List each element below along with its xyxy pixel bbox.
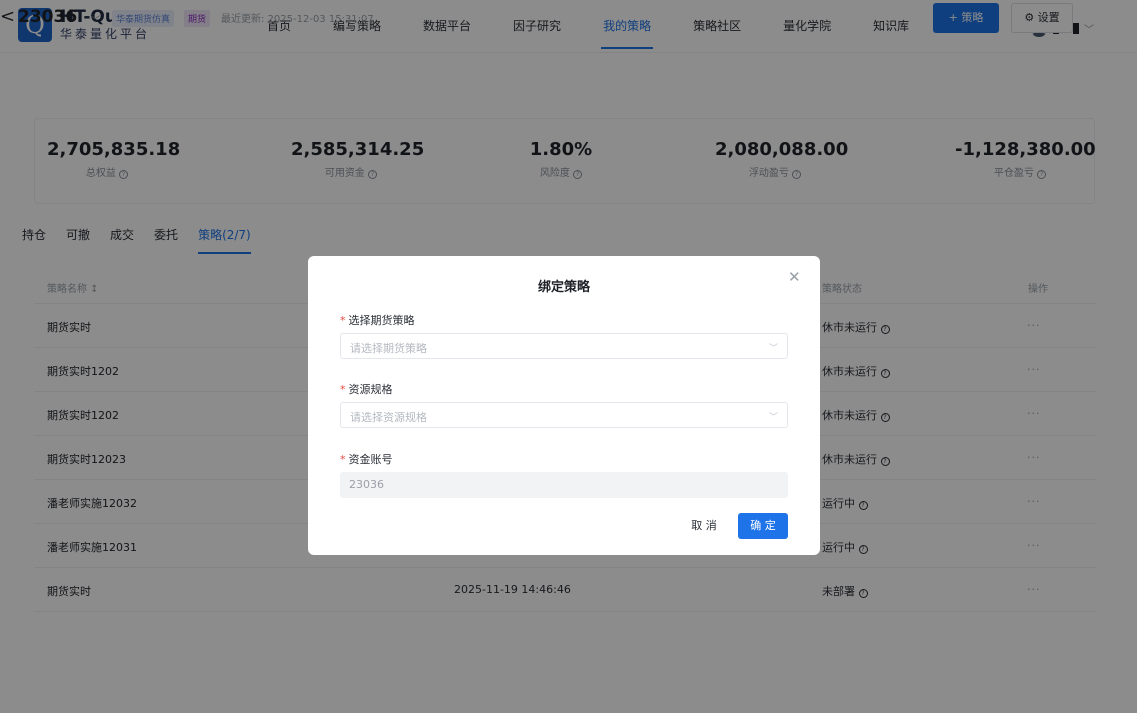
futures-strategy-select[interactable]: 请选择期货策略 ﹀ (340, 333, 788, 359)
bind-strategy-dialog: 绑定策略 ✕ * 选择期货策略 请选择期货策略 ﹀ * 资源规格 请选择资源规格 ﹀… (308, 256, 820, 555)
account-field-label: * 资金账号 (340, 453, 393, 466)
confirm-button[interactable]: 确 定 (738, 513, 788, 539)
dialog-title: 绑定策略 (537, 280, 590, 295)
strategy-field-label: * 选择期货策略 (340, 314, 415, 327)
select-placeholder: 请选择期货策略 (350, 342, 427, 355)
cancel-button[interactable]: 取 消 (678, 513, 730, 539)
close-icon[interactable]: ✕ (788, 268, 801, 286)
required-mark: * (340, 453, 346, 466)
chevron-down-icon: ﹀ (768, 413, 778, 423)
chevron-down-icon: ﹀ (768, 344, 778, 354)
fund-account-value: 23036 (349, 478, 384, 491)
fund-account-field: 23036 (340, 472, 788, 498)
required-mark: * (340, 383, 346, 396)
required-mark: * (340, 314, 346, 327)
select-placeholder: 请选择资源规格 (350, 411, 427, 424)
resource-field-label: * 资源规格 (340, 383, 393, 396)
resource-spec-select[interactable]: 请选择资源规格 ﹀ (340, 402, 788, 428)
